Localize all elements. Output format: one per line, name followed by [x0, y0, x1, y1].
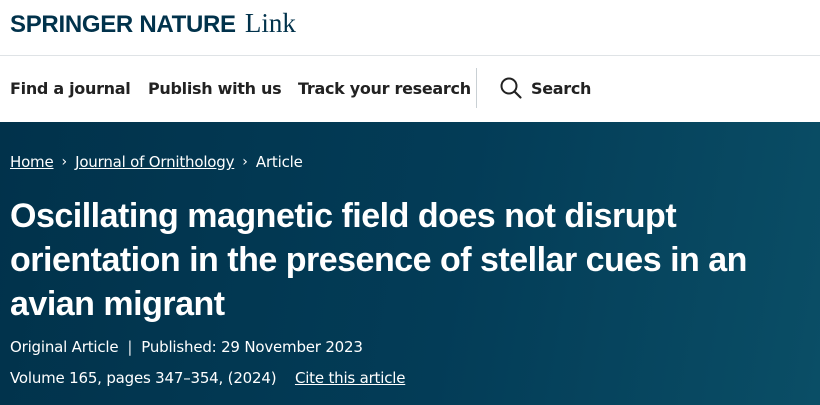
main-nav: Find a journal Publish with us Track you…	[0, 56, 820, 122]
logo-wordmark-secondary: Link	[244, 8, 296, 38]
nav-track-your-research[interactable]: Track your research	[298, 79, 471, 98]
nav-divider	[476, 68, 477, 108]
breadcrumb-chevron-icon: ›	[242, 154, 248, 170]
article-header: Home › Journal of Ornithology › Article …	[0, 122, 820, 405]
article-meta: Original Article | Published: 29 Novembe…	[10, 338, 363, 356]
breadcrumb-chevron-icon: ›	[61, 154, 68, 170]
meta-separator: |	[127, 338, 133, 356]
breadcrumb-home[interactable]: Home	[10, 153, 54, 171]
search-button[interactable]: Search	[499, 76, 591, 100]
search-label: Search	[531, 78, 592, 98]
article-title: Oscillating magnetic field does not disr…	[10, 197, 747, 323]
logo-wordmark-primary: SPRINGER NATURE	[10, 11, 236, 38]
published-date: Published: 29 November 2023	[141, 338, 363, 356]
volume-info-line: Volume 165, pages 347–354, (2024) Cite t…	[10, 369, 405, 387]
breadcrumb-current: Article	[255, 153, 303, 171]
article-type: Original Article	[10, 338, 119, 356]
breadcrumb-journal[interactable]: Journal of Ornithology	[75, 153, 234, 171]
volume-info: Volume 165, pages 347–354, (2024)	[10, 369, 277, 387]
nav-find-a-journal[interactable]: Find a journal	[10, 79, 131, 98]
breadcrumb: Home › Journal of Ornithology › Article	[10, 153, 303, 171]
site-header: SPRINGER NATURE Link	[0, 0, 820, 56]
springer-nature-link-logo[interactable]: SPRINGER NATURE Link	[10, 8, 296, 39]
nav-publish-with-us[interactable]: Publish with us	[148, 79, 282, 98]
search-icon	[499, 76, 523, 100]
cite-this-article-link[interactable]: Cite this article	[295, 369, 406, 387]
